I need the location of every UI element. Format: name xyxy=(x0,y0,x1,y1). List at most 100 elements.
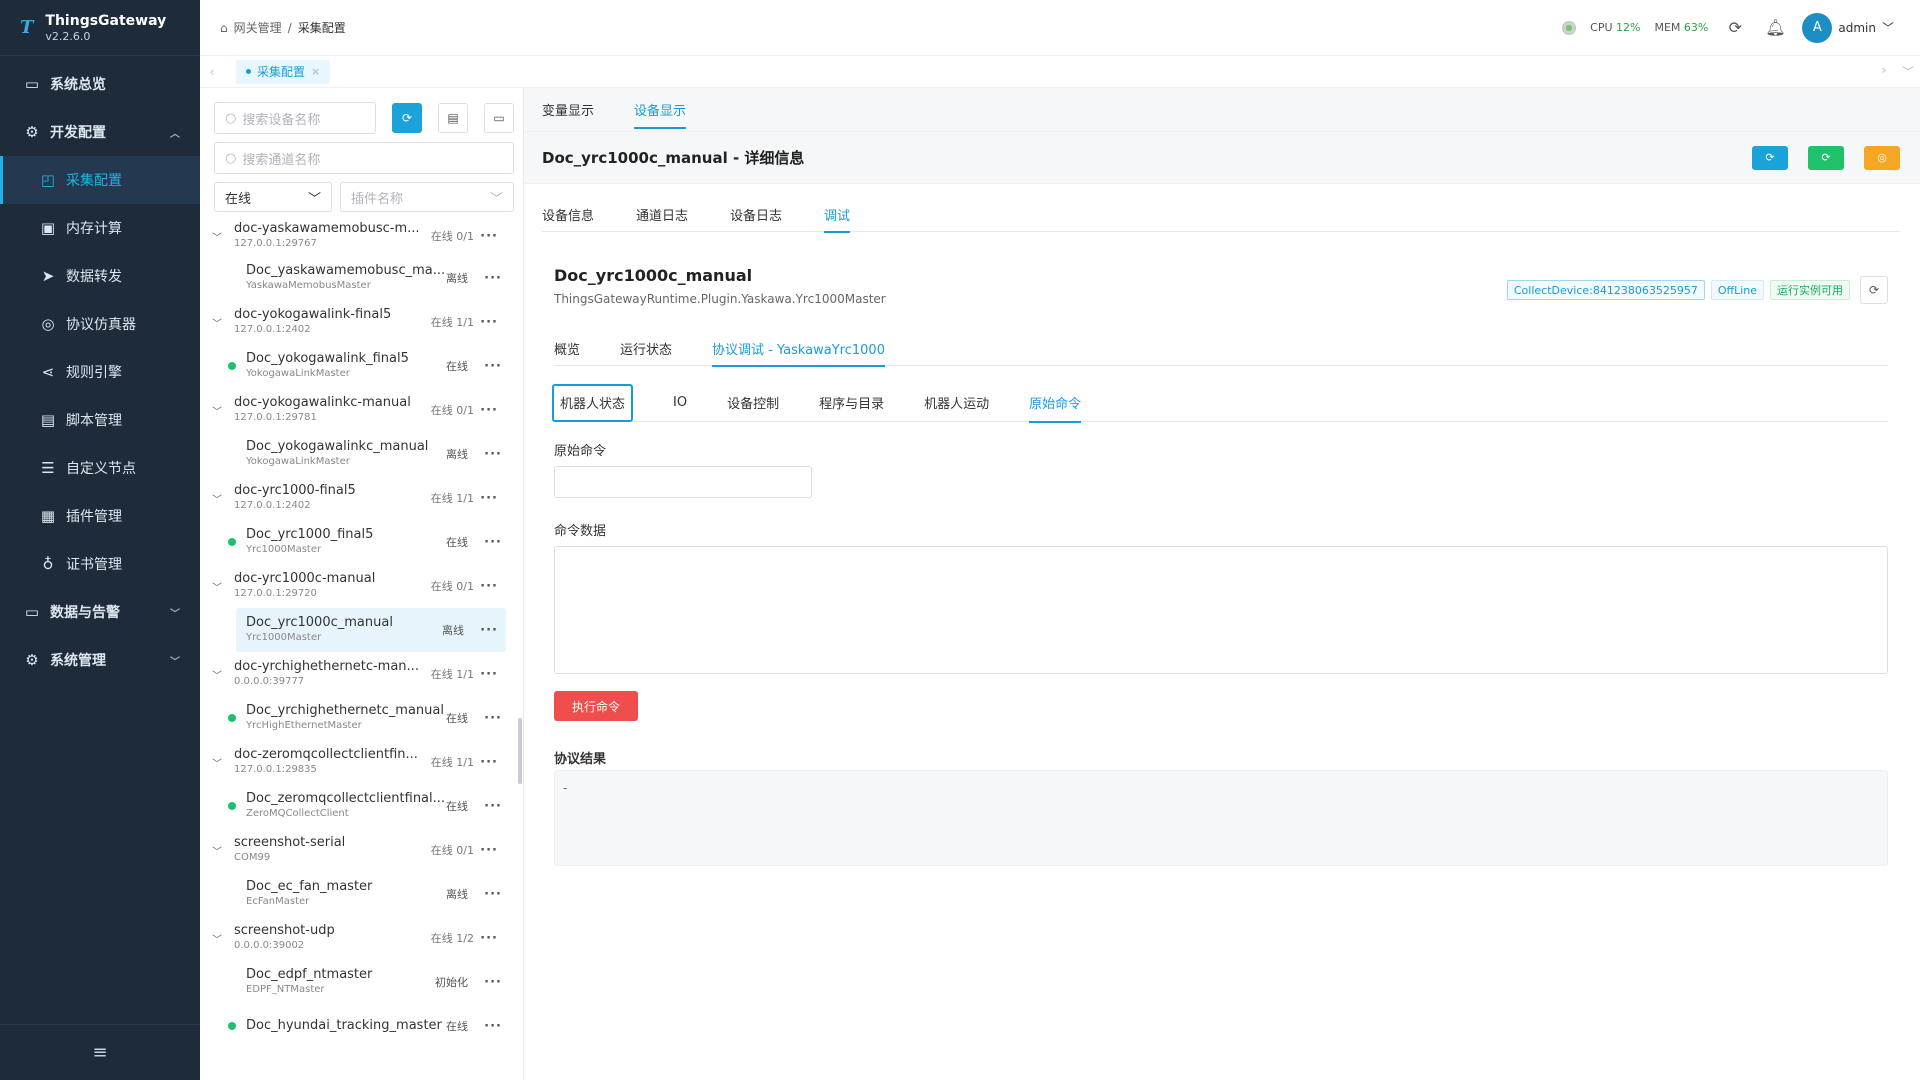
sidebar-item-data-forward[interactable]: ➤ 数据转发 xyxy=(0,252,200,300)
device-row-selected[interactable]: Doc_yrc1000c_manual Yrc1000Master 离线 ··· xyxy=(236,608,506,652)
chevron-down-icon[interactable]: ﹀ xyxy=(200,843,234,858)
sidebar-item-custom-node[interactable]: ☰ 自定义节点 xyxy=(0,444,200,492)
device-row[interactable]: Doc_yrchighethernetc_manual YrcHighEthern… xyxy=(228,696,510,740)
sidebar-item-rule-engine[interactable]: ⋖ 规则引擎 xyxy=(0,348,200,396)
command-data-textarea[interactable] xyxy=(554,546,1888,674)
more-icon[interactable]: ··· xyxy=(484,975,502,990)
channel-row[interactable]: ﹀ doc-yrc1000c-manual 127.0.0.1:29720 在线 … xyxy=(200,564,510,608)
chevron-down-icon[interactable]: ﹀ xyxy=(200,315,234,330)
sidebar-item-simulator[interactable]: ◎ 协议仿真器 xyxy=(0,300,200,348)
restart-button[interactable]: ⟳ xyxy=(1752,145,1788,170)
tab-debug[interactable]: 调试 xyxy=(824,196,851,233)
plugin-filter-select[interactable]: 插件名称 ﹀ xyxy=(340,182,514,212)
chevron-down-icon[interactable]: ﹀ xyxy=(200,755,234,770)
chevron-down-icon[interactable]: ﹀ xyxy=(1896,63,1920,80)
more-icon[interactable]: ··· xyxy=(480,931,498,946)
refresh-button[interactable]: ⟳ xyxy=(1860,276,1888,304)
sidebar-item-collect-config[interactable]: ◰ 采集配置 xyxy=(0,156,200,204)
tab-devices[interactable]: 设备显示 xyxy=(634,87,687,131)
sidebar-item-overview[interactable]: ▭ 系统总览 xyxy=(0,60,200,108)
more-icon[interactable]: ··· xyxy=(484,359,502,374)
device-row[interactable]: Doc_yokogawalink_final5 YokogawaLinkMaste… xyxy=(228,344,510,388)
more-icon[interactable]: ··· xyxy=(480,315,498,330)
more-icon[interactable]: ··· xyxy=(480,403,498,418)
more-icon[interactable]: ··· xyxy=(484,535,502,550)
channel-row[interactable]: ﹀ screenshot-udp 0.0.0.0:39002 在线 1/2 ··· xyxy=(200,916,510,960)
raw-command-input[interactable] xyxy=(554,466,812,498)
more-icon[interactable]: ··· xyxy=(484,447,502,462)
channel-row[interactable]: ﹀ doc-yokogawalink-final5 127.0.0.1:2402 … xyxy=(200,300,510,344)
refresh-button[interactable]: ⟳ xyxy=(392,103,422,133)
sidebar-item-certificates[interactable]: ♁ 证书管理 xyxy=(0,540,200,588)
more-icon[interactable]: ··· xyxy=(484,887,502,902)
more-icon[interactable]: ··· xyxy=(480,623,498,638)
bell-icon[interactable]: 🔔︎ xyxy=(1762,18,1788,37)
chevron-down-icon[interactable]: ﹀ xyxy=(200,403,234,418)
chevron-down-icon[interactable]: ﹀ xyxy=(200,579,234,594)
more-icon[interactable]: ··· xyxy=(480,491,498,506)
more-icon[interactable]: ··· xyxy=(480,843,498,858)
status-filter-select[interactable]: 在线 ﹀ xyxy=(214,182,332,212)
more-icon[interactable]: ··· xyxy=(484,799,502,814)
reload-button[interactable]: ⟳ xyxy=(1808,145,1844,170)
device-row[interactable]: Doc_yokogawalinkc_manual YokogawaLinkMast… xyxy=(236,432,510,476)
chevron-left-icon[interactable]: ‹ xyxy=(200,65,224,79)
chevron-down-icon[interactable]: ﹀ xyxy=(200,491,234,506)
user-menu[interactable]: A admin ﹀ xyxy=(1802,12,1894,43)
tab-robot-status[interactable]: 机器人状态 xyxy=(552,383,634,422)
sidebar-item-memory-compute[interactable]: ▣ 内存计算 xyxy=(0,204,200,252)
chevron-down-icon[interactable]: ﹀ xyxy=(200,229,234,244)
tab-raw-command[interactable]: 原始命令 xyxy=(1029,384,1082,423)
tab-robot-motion[interactable]: 机器人运动 xyxy=(924,384,989,422)
collapse-menu-button[interactable]: ≡ xyxy=(0,1024,200,1080)
device-row[interactable]: Doc_ec_fan_master EcFanMaster 离线 ··· xyxy=(236,872,510,916)
more-icon[interactable]: ··· xyxy=(484,711,502,726)
page-tab-collect-config[interactable]: 采集配置 × xyxy=(236,59,331,84)
pause-button[interactable]: ◎ xyxy=(1864,145,1900,170)
channel-row[interactable]: ﹀ screenshot-serial COM99 在线 0/1 ··· xyxy=(200,828,510,872)
more-icon[interactable]: ··· xyxy=(480,229,498,244)
tab-device-info[interactable]: 设备信息 xyxy=(542,196,594,232)
device-row[interactable]: Doc_edpf_ntmaster EDPF_NTMaster 初始化 ··· xyxy=(236,960,510,1004)
channel-row[interactable]: ﹀ doc-zeromqcollectclientfin... 127.0.0.1… xyxy=(200,740,510,784)
channel-search-input[interactable]: ○ 搜索通道名称 xyxy=(214,142,514,174)
more-icon[interactable]: ··· xyxy=(480,755,498,770)
channel-row[interactable]: ﹀ doc-yrchighethernetc-man... 0.0.0.0:397… xyxy=(200,652,510,696)
tab-io[interactable]: IO xyxy=(673,384,687,422)
channel-row[interactable]: ﹀ doc-yokogawalinkc-manual 127.0.0.1:2978… xyxy=(200,388,510,432)
sidebar-item-scripts[interactable]: ▤ 脚本管理 xyxy=(0,396,200,444)
tab-program-directory[interactable]: 程序与目录 xyxy=(819,384,884,422)
channel-row[interactable]: ﹀ doc-yaskawamemobusc-m... 127.0.0.1:2976… xyxy=(200,216,510,256)
tab-protocol-debug[interactable]: 协议调试 - YaskawaYrc1000 xyxy=(712,330,885,367)
device-row[interactable]: Doc_zeromqcollectclientfinal... ZeroMQCol… xyxy=(228,784,510,828)
refresh-icon[interactable]: ⟳ xyxy=(1722,18,1748,37)
monitor-button[interactable]: ▭ xyxy=(484,103,514,133)
tab-device-log[interactable]: 设备日志 xyxy=(730,196,782,232)
breadcrumb-root[interactable]: 网关管理 xyxy=(234,19,282,36)
chevron-right-icon[interactable]: › xyxy=(1872,63,1896,80)
more-icon[interactable]: ··· xyxy=(484,271,502,286)
tab-overview[interactable]: 概览 xyxy=(554,330,580,366)
close-icon[interactable]: × xyxy=(311,65,320,78)
scrollbar-thumb[interactable] xyxy=(518,718,522,784)
sidebar-item-dev-config[interactable]: ⚙ 开发配置 ︿ xyxy=(0,108,200,156)
more-icon[interactable]: ··· xyxy=(484,1019,502,1034)
chevron-down-icon[interactable]: ﹀ xyxy=(200,931,234,946)
execute-command-button[interactable]: 执行命令 xyxy=(554,691,638,721)
tab-device-control[interactable]: 设备控制 xyxy=(727,384,779,422)
more-icon[interactable]: ··· xyxy=(480,579,498,594)
tab-runtime-status[interactable]: 运行状态 xyxy=(620,330,672,366)
device-search-input[interactable]: ○ 搜索设备名称 xyxy=(214,102,376,134)
device-row[interactable]: Doc_hyundai_tracking_master 在线 ··· xyxy=(228,1004,510,1048)
sidebar-item-system[interactable]: ⚙ 系统管理 ﹀ xyxy=(0,636,200,684)
device-row[interactable]: Doc_yaskawamemobusc_ma... YaskawaMemobusM… xyxy=(236,256,510,300)
tab-channel-log[interactable]: 通道日志 xyxy=(636,196,688,232)
channel-row[interactable]: ﹀ doc-yrc1000-final5 127.0.0.1:2402 在线 1/… xyxy=(200,476,510,520)
more-icon[interactable]: ··· xyxy=(480,667,498,682)
chevron-down-icon[interactable]: ﹀ xyxy=(200,667,234,682)
device-row[interactable]: Doc_yrc1000_final5 Yrc1000Master 在线 ··· xyxy=(228,520,510,564)
tab-variables[interactable]: 变量显示 xyxy=(542,87,594,131)
sidebar-item-plugins[interactable]: ▦ 插件管理 xyxy=(0,492,200,540)
save-button[interactable]: ▤ xyxy=(438,103,468,133)
sidebar-item-data-alarm[interactable]: ▭ 数据与告警 ﹀ xyxy=(0,588,200,636)
